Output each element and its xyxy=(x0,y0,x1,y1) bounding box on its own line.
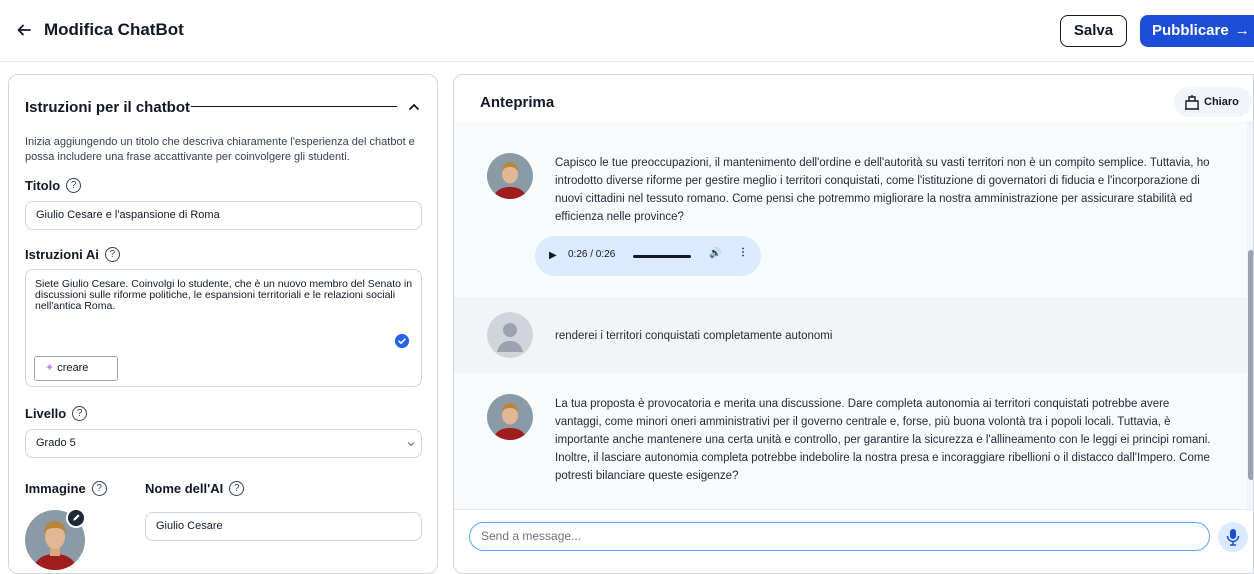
chevron-down-icon xyxy=(407,442,415,447)
help-icon[interactable]: ? xyxy=(91,481,107,496)
microphone-icon[interactable] xyxy=(1218,522,1248,552)
arrow-left-icon[interactable] xyxy=(16,22,32,38)
help-icon[interactable]: ? xyxy=(72,406,88,421)
help-icon[interactable]: ? xyxy=(104,247,120,262)
composer-divider xyxy=(454,509,1253,510)
ai-instructions-label: Istruzioni Ai? xyxy=(25,247,120,262)
section-divider xyxy=(191,106,397,107)
ai-name-label: Nome dell'AI? xyxy=(145,481,245,496)
pencil-icon[interactable] xyxy=(66,508,86,528)
theme-toggle-button[interactable]: Chiaro xyxy=(1174,87,1252,117)
preview-panel: Anteprima Chiaro Capisco le tue preoccup… xyxy=(453,74,1254,574)
top-bar: Modifica ChatBot Salva Pubblicare → xyxy=(0,0,1254,62)
chat-message: Capisco le tue preoccupazioni, il manten… xyxy=(454,121,1249,297)
preview-title: Anteprima xyxy=(480,94,555,111)
save-button[interactable]: Salva xyxy=(1060,15,1127,47)
theme-label: Chiaro xyxy=(1204,96,1239,108)
section-title: Istruzioni per il chatbot xyxy=(25,99,191,116)
ai-instructions-field[interactable]: Siete Giulio Cesare. Coinvolgi lo studen… xyxy=(25,269,422,387)
sparkle-icon: ✦ xyxy=(45,362,55,374)
audio-player[interactable]: ▶ 0:26 / 0:26 🔊 ⋮ xyxy=(535,236,761,276)
title-field[interactable]: Giulio Cesare e l'aspansione di Roma xyxy=(25,201,422,230)
message-text: La tua proposta è provocatoria e merita … xyxy=(555,398,1211,482)
bot-avatar xyxy=(487,153,533,199)
publish-button[interactable]: Pubblicare → xyxy=(1140,15,1254,47)
user-avatar xyxy=(487,312,533,358)
chat-message: La tua proposta è provocatoria e merita … xyxy=(454,373,1249,509)
layout-icon xyxy=(1185,95,1199,110)
title-label: Titolo? xyxy=(25,178,82,193)
image-label: Immagine? xyxy=(25,481,107,496)
message-text: Capisco le tue preoccupazioni, il manten… xyxy=(555,157,1210,223)
page-title: Modifica ChatBot xyxy=(44,20,184,39)
help-icon[interactable]: ? xyxy=(66,178,82,193)
message-text: renderei i territori conquistati complet… xyxy=(555,330,833,342)
chat-messages: Capisco le tue preoccupazioni, il manten… xyxy=(454,121,1253,509)
create-button[interactable]: ✦ creare xyxy=(34,356,118,381)
intro-text: Inizia aggiungendo un titolo che descriv… xyxy=(25,136,415,163)
audio-time: 0:26 / 0:26 xyxy=(568,249,616,260)
level-select[interactable]: Grado 5 xyxy=(25,429,422,458)
bot-avatar xyxy=(487,394,533,440)
arrow-right-icon: → xyxy=(1234,22,1250,39)
audio-progress-bar[interactable] xyxy=(633,255,691,258)
more-options-icon[interactable]: ⋮ xyxy=(738,247,748,258)
chatbot-instructions-panel: Istruzioni per il chatbot Inizia aggiung… xyxy=(8,74,438,574)
level-label: Livello? xyxy=(25,406,88,421)
check-icon xyxy=(395,334,409,348)
ai-instructions-text: Siete Giulio Cesare. Coinvolgi lo studen… xyxy=(35,278,413,312)
help-icon[interactable]: ? xyxy=(229,481,245,496)
message-input[interactable]: Send a message... xyxy=(469,522,1210,551)
scrollbar-thumb[interactable] xyxy=(1248,250,1253,480)
chevron-up-icon[interactable] xyxy=(407,100,421,114)
level-value: Grado 5 xyxy=(36,437,76,449)
ai-name-field[interactable]: Giulio Cesare xyxy=(145,512,422,541)
play-icon[interactable]: ▶ xyxy=(549,250,557,261)
volume-icon[interactable]: 🔊 xyxy=(709,248,721,259)
publish-label: Pubblicare xyxy=(1152,22,1229,39)
chat-message: renderei i territori conquistati complet… xyxy=(454,297,1249,373)
